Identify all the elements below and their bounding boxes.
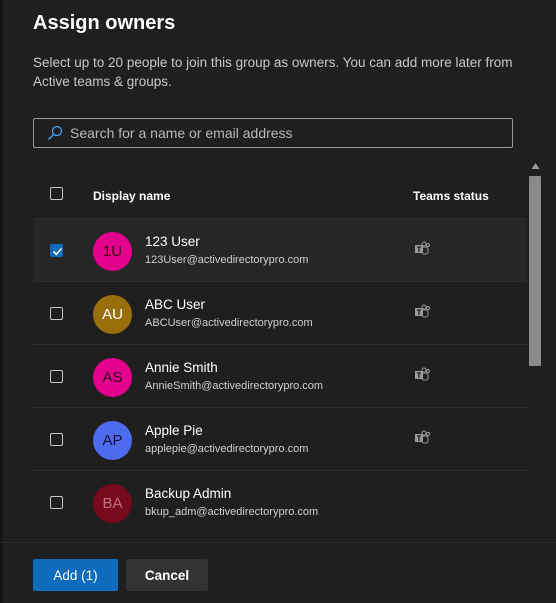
row-checkbox[interactable] <box>50 433 63 446</box>
row-checkbox[interactable] <box>50 496 63 509</box>
dialog-title: Assign owners <box>33 12 176 34</box>
user-email: 123User@activedirectorypro.com <box>145 254 309 266</box>
footer-divider <box>0 542 556 543</box>
search-box[interactable] <box>33 118 513 148</box>
cancel-button[interactable]: Cancel <box>126 559 208 591</box>
search-input[interactable] <box>70 119 500 147</box>
teams-icon <box>415 241 430 255</box>
list-header: Display name Teams status <box>33 172 527 218</box>
teams-icon <box>415 304 430 318</box>
checkmark-icon <box>52 247 63 256</box>
row-checkbox[interactable] <box>50 244 63 257</box>
select-all-checkbox[interactable] <box>50 187 63 200</box>
panel-edge <box>0 0 3 603</box>
scroll-up-arrow-icon[interactable] <box>531 162 540 170</box>
user-email: AnnieSmith@activedirectorypro.com <box>145 380 324 392</box>
teams-icon <box>415 430 430 444</box>
user-email: applepie@activedirectorypro.com <box>145 443 309 455</box>
table-row[interactable]: AS Annie Smith AnnieSmith@activedirectoryp… <box>33 344 527 407</box>
people-list: Display name Teams status 1U 123 User 123U… <box>33 172 527 544</box>
dialog-description: Select up to 20 people to join this grou… <box>33 55 513 89</box>
row-checkbox[interactable] <box>50 307 63 320</box>
user-display-name: ABC User <box>145 297 206 312</box>
user-display-name: Annie Smith <box>145 360 218 375</box>
avatar: AU <box>93 295 132 334</box>
assign-owners-panel: Assign owners Select up to 20 people to … <box>0 0 556 603</box>
add-button[interactable]: Add (1) <box>33 559 118 591</box>
teams-icon <box>415 367 430 381</box>
user-email: bkup_adm@activedirectorypro.com <box>145 506 319 518</box>
table-row[interactable]: AU ABC User ABCUser@activedirectorypro.com <box>33 281 527 344</box>
avatar: BA <box>93 484 132 523</box>
avatar: AP <box>93 421 132 460</box>
table-row[interactable]: AP Apple Pie applepie@activedirectorypro.c… <box>33 407 527 470</box>
table-row[interactable]: BA Backup Admin bkup_adm@activedirectorypr… <box>33 470 527 533</box>
scroll-thumb[interactable] <box>529 176 541 366</box>
user-display-name: Backup Admin <box>145 486 232 501</box>
list-scrollbar[interactable] <box>527 158 544 542</box>
column-display-name: Display name <box>93 189 171 203</box>
user-display-name: Apple Pie <box>145 423 203 438</box>
column-teams-status: Teams status <box>413 189 489 203</box>
table-row[interactable]: 1U 123 User 123User@activedirectorypro.com <box>33 218 527 281</box>
avatar: AS <box>93 358 132 397</box>
user-display-name: 123 User <box>145 234 200 249</box>
user-email: ABCUser@activedirectorypro.com <box>145 317 313 329</box>
search-icon <box>48 125 63 140</box>
row-checkbox[interactable] <box>50 370 63 383</box>
avatar: 1U <box>93 232 132 271</box>
